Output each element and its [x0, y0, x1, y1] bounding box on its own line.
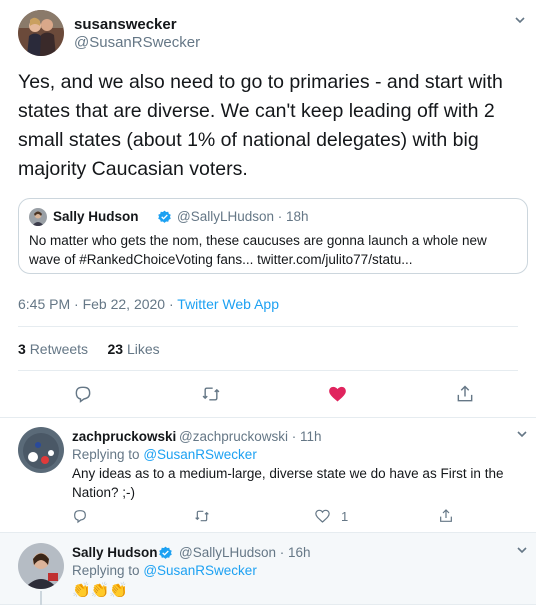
replying-mention[interactable]: @SusanRSwecker — [143, 563, 257, 578]
reply-tweet[interactable]: Sally Hudson @SallyLHudson · 16h Replyin… — [0, 533, 536, 605]
heart-icon[interactable] — [327, 384, 348, 404]
tweet-stats: 3 Retweets 23 Likes — [18, 341, 160, 357]
tweet-source[interactable]: Twitter Web App — [177, 296, 279, 312]
quote-author-handle: @SallyLHudson · 18h — [177, 209, 309, 224]
likes-stat[interactable]: 23 Likes — [108, 341, 160, 357]
verified-icon — [157, 210, 172, 225]
tweet-text: Yes, and we also need to go to primaries… — [18, 71, 503, 180]
retweets-stat[interactable]: 3 Retweets — [18, 341, 88, 357]
reply-author-handle[interactable]: @zachpruckowski · 11h — [179, 429, 322, 444]
avatar[interactable] — [18, 543, 64, 589]
quote-author-name: Sally Hudson — [53, 209, 139, 224]
replying-to: Replying to @SusanRSwecker — [72, 447, 257, 462]
main-tweet: susanswecker @SusanRSwecker Yes, and we … — [0, 0, 536, 418]
retweet-icon[interactable] — [200, 384, 222, 404]
retweet-icon[interactable] — [193, 508, 211, 524]
avatar[interactable] — [18, 427, 64, 473]
replying-prefix: Replying to — [72, 563, 140, 578]
reply-text: 👏👏👏 — [72, 582, 129, 599]
chevron-down-icon[interactable] — [516, 428, 528, 440]
reply-text: Any ideas as to a medium-large, diverse … — [72, 466, 504, 500]
author-handle[interactable]: @SusanRSwecker — [74, 34, 200, 51]
tweet-meta: 6:45 PM · Feb 22, 2020 · Twitter Web App — [18, 296, 279, 312]
reply-author-handle[interactable]: @SallyLHudson · 16h — [179, 545, 311, 560]
like-count: 1 — [341, 508, 349, 524]
share-icon[interactable] — [438, 508, 454, 524]
heart-icon[interactable]: 1 — [314, 508, 348, 524]
quote-text: No matter who gets the nom, these caucus… — [29, 233, 487, 267]
likes-label: Likes — [126, 341, 160, 357]
quoted-tweet[interactable]: Sally Hudson @SallyLHudson · 18h No matt… — [18, 198, 528, 274]
replying-prefix: Replying to — [72, 447, 140, 462]
tweet-time[interactable]: 6:45 PM · Feb 22, 2020 — [18, 296, 165, 312]
retweets-label: Retweets — [29, 341, 89, 357]
chevron-down-icon[interactable] — [514, 14, 526, 26]
replying-to: Replying to @SusanRSwecker — [72, 563, 257, 578]
divider — [18, 326, 518, 327]
share-icon[interactable] — [455, 384, 475, 404]
avatar[interactable] — [18, 10, 64, 56]
verified-icon — [158, 546, 173, 561]
reply-tweet[interactable]: zachpruckowski @zachpruckowski · 11h Rep… — [0, 418, 536, 533]
reply-author-name[interactable]: zachpruckowski — [72, 429, 176, 444]
retweets-count: 3 — [18, 341, 26, 357]
reply-icon[interactable] — [73, 384, 93, 404]
tweet-actions — [0, 370, 536, 418]
reply-icon[interactable] — [72, 508, 88, 524]
thread-line — [40, 591, 42, 605]
reply-author-name[interactable]: Sally Hudson — [72, 545, 158, 560]
replying-mention[interactable]: @SusanRSwecker — [143, 447, 257, 462]
likes-count: 23 — [107, 341, 124, 357]
author-name[interactable]: susanswecker — [74, 16, 177, 33]
quote-avatar — [29, 208, 47, 226]
chevron-down-icon[interactable] — [516, 544, 528, 556]
meta-separator: · — [165, 296, 178, 312]
